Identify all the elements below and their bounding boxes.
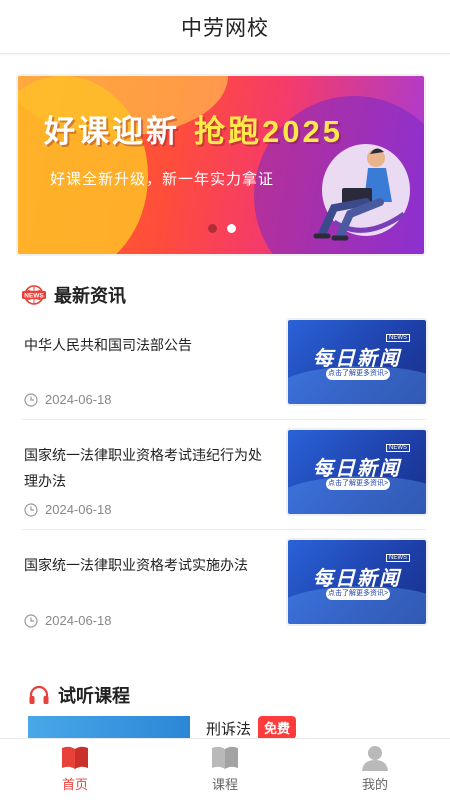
news-section-title: 最新资讯 [54,286,126,306]
open-book-icon [212,746,238,769]
news-thumbnail[interactable]: NEWS 每日新闻 点击了解更多资讯> [288,430,426,514]
news-date-text: 2024-06-18 [45,392,112,407]
news-date: 2024-06-18 [24,613,112,628]
banner-carousel[interactable]: 好课迎新 抢跑2025 好课全新升级，新一年实力拿证 [18,76,424,254]
tab-courses-label: 课程 [211,777,238,792]
news-title[interactable]: 中华人民共和国司法部公告 [24,332,274,358]
news-section-header: NEWS 最新资讯 [22,282,126,308]
news-date-text: 2024-06-18 [45,502,112,517]
headphones-icon [29,685,49,704]
book-icon [62,746,88,769]
thumb-subtitle: 点击了解更多资讯> [326,478,390,490]
course-thumbnail[interactable] [28,716,190,740]
tab-mine[interactable]: 我的 [300,739,450,800]
tab-home[interactable]: 首页 [0,739,150,800]
person-with-laptop-illustration [313,144,410,241]
thumb-title: 每日新闻 [313,458,401,480]
bottom-tab-bar: 首页 课程 我的 [0,738,450,800]
tab-mine-label: 我的 [361,777,388,792]
news-date-text: 2024-06-18 [45,613,112,628]
tab-home-label: 首页 [61,777,88,792]
thumb-title: 每日新闻 [313,568,401,590]
thumb-tag: NEWS [386,334,410,342]
news-item-1[interactable]: 中华人民共和国司法部公告 2024-06-18 NEWS 每日新闻 点击了解更多… [22,316,426,420]
free-badge: 免费 [258,716,297,739]
thumb-tag: NEWS [386,444,410,452]
user-icon [362,746,388,771]
thumb-subtitle: 点击了解更多资讯> [326,368,390,380]
tab-courses[interactable]: 课程 [150,739,300,800]
banner-slide[interactable]: 好课迎新 抢跑2025 好课全新升级，新一年实力拿证 [18,76,424,254]
news-item-2[interactable]: 国家统一法律职业资格考试违纪行为处理办法 2024-06-18 NEWS 每日新… [22,426,426,530]
app-title: 中劳网校 [181,16,269,40]
banner-subline: 好课全新升级，新一年实力拿证 [50,171,275,188]
carousel-indicator[interactable] [208,224,236,233]
trial-section-header: 试听课程 [28,682,130,708]
carousel-dot-2[interactable] [227,224,236,233]
thumb-tag: NEWS [386,554,410,562]
news-title[interactable]: 国家统一法律职业资格考试违纪行为处理办法 [24,442,274,494]
banner-headline-1: 好课迎新 [44,114,180,149]
course-name[interactable]: 刑诉法 [206,718,251,739]
news-icon: NEWS [22,285,46,305]
news-title[interactable]: 国家统一法律职业资格考试实施办法 [24,552,274,578]
news-date: 2024-06-18 [24,392,112,407]
news-thumbnail[interactable]: NEWS 每日新闻 点击了解更多资讯> [288,540,426,624]
news-item-3[interactable]: 国家统一法律职业资格考试实施办法 2024-06-18 NEWS 每日新闻 点击… [22,536,426,640]
thumb-title: 每日新闻 [313,348,401,370]
course-item[interactable]: 刑诉法 免费 [28,714,428,740]
clock-icon [24,613,38,628]
thumb-subtitle: 点击了解更多资讯> [326,588,390,600]
clock-icon [24,502,38,517]
news-date: 2024-06-18 [24,502,112,517]
clock-icon [24,392,38,407]
carousel-dot-1[interactable] [208,224,217,233]
svg-text:NEWS: NEWS [24,293,44,300]
news-thumbnail[interactable]: NEWS 每日新闻 点击了解更多资讯> [288,320,426,404]
trial-section-title: 试听课程 [58,686,130,706]
app-header: 中劳网校 [0,0,450,54]
